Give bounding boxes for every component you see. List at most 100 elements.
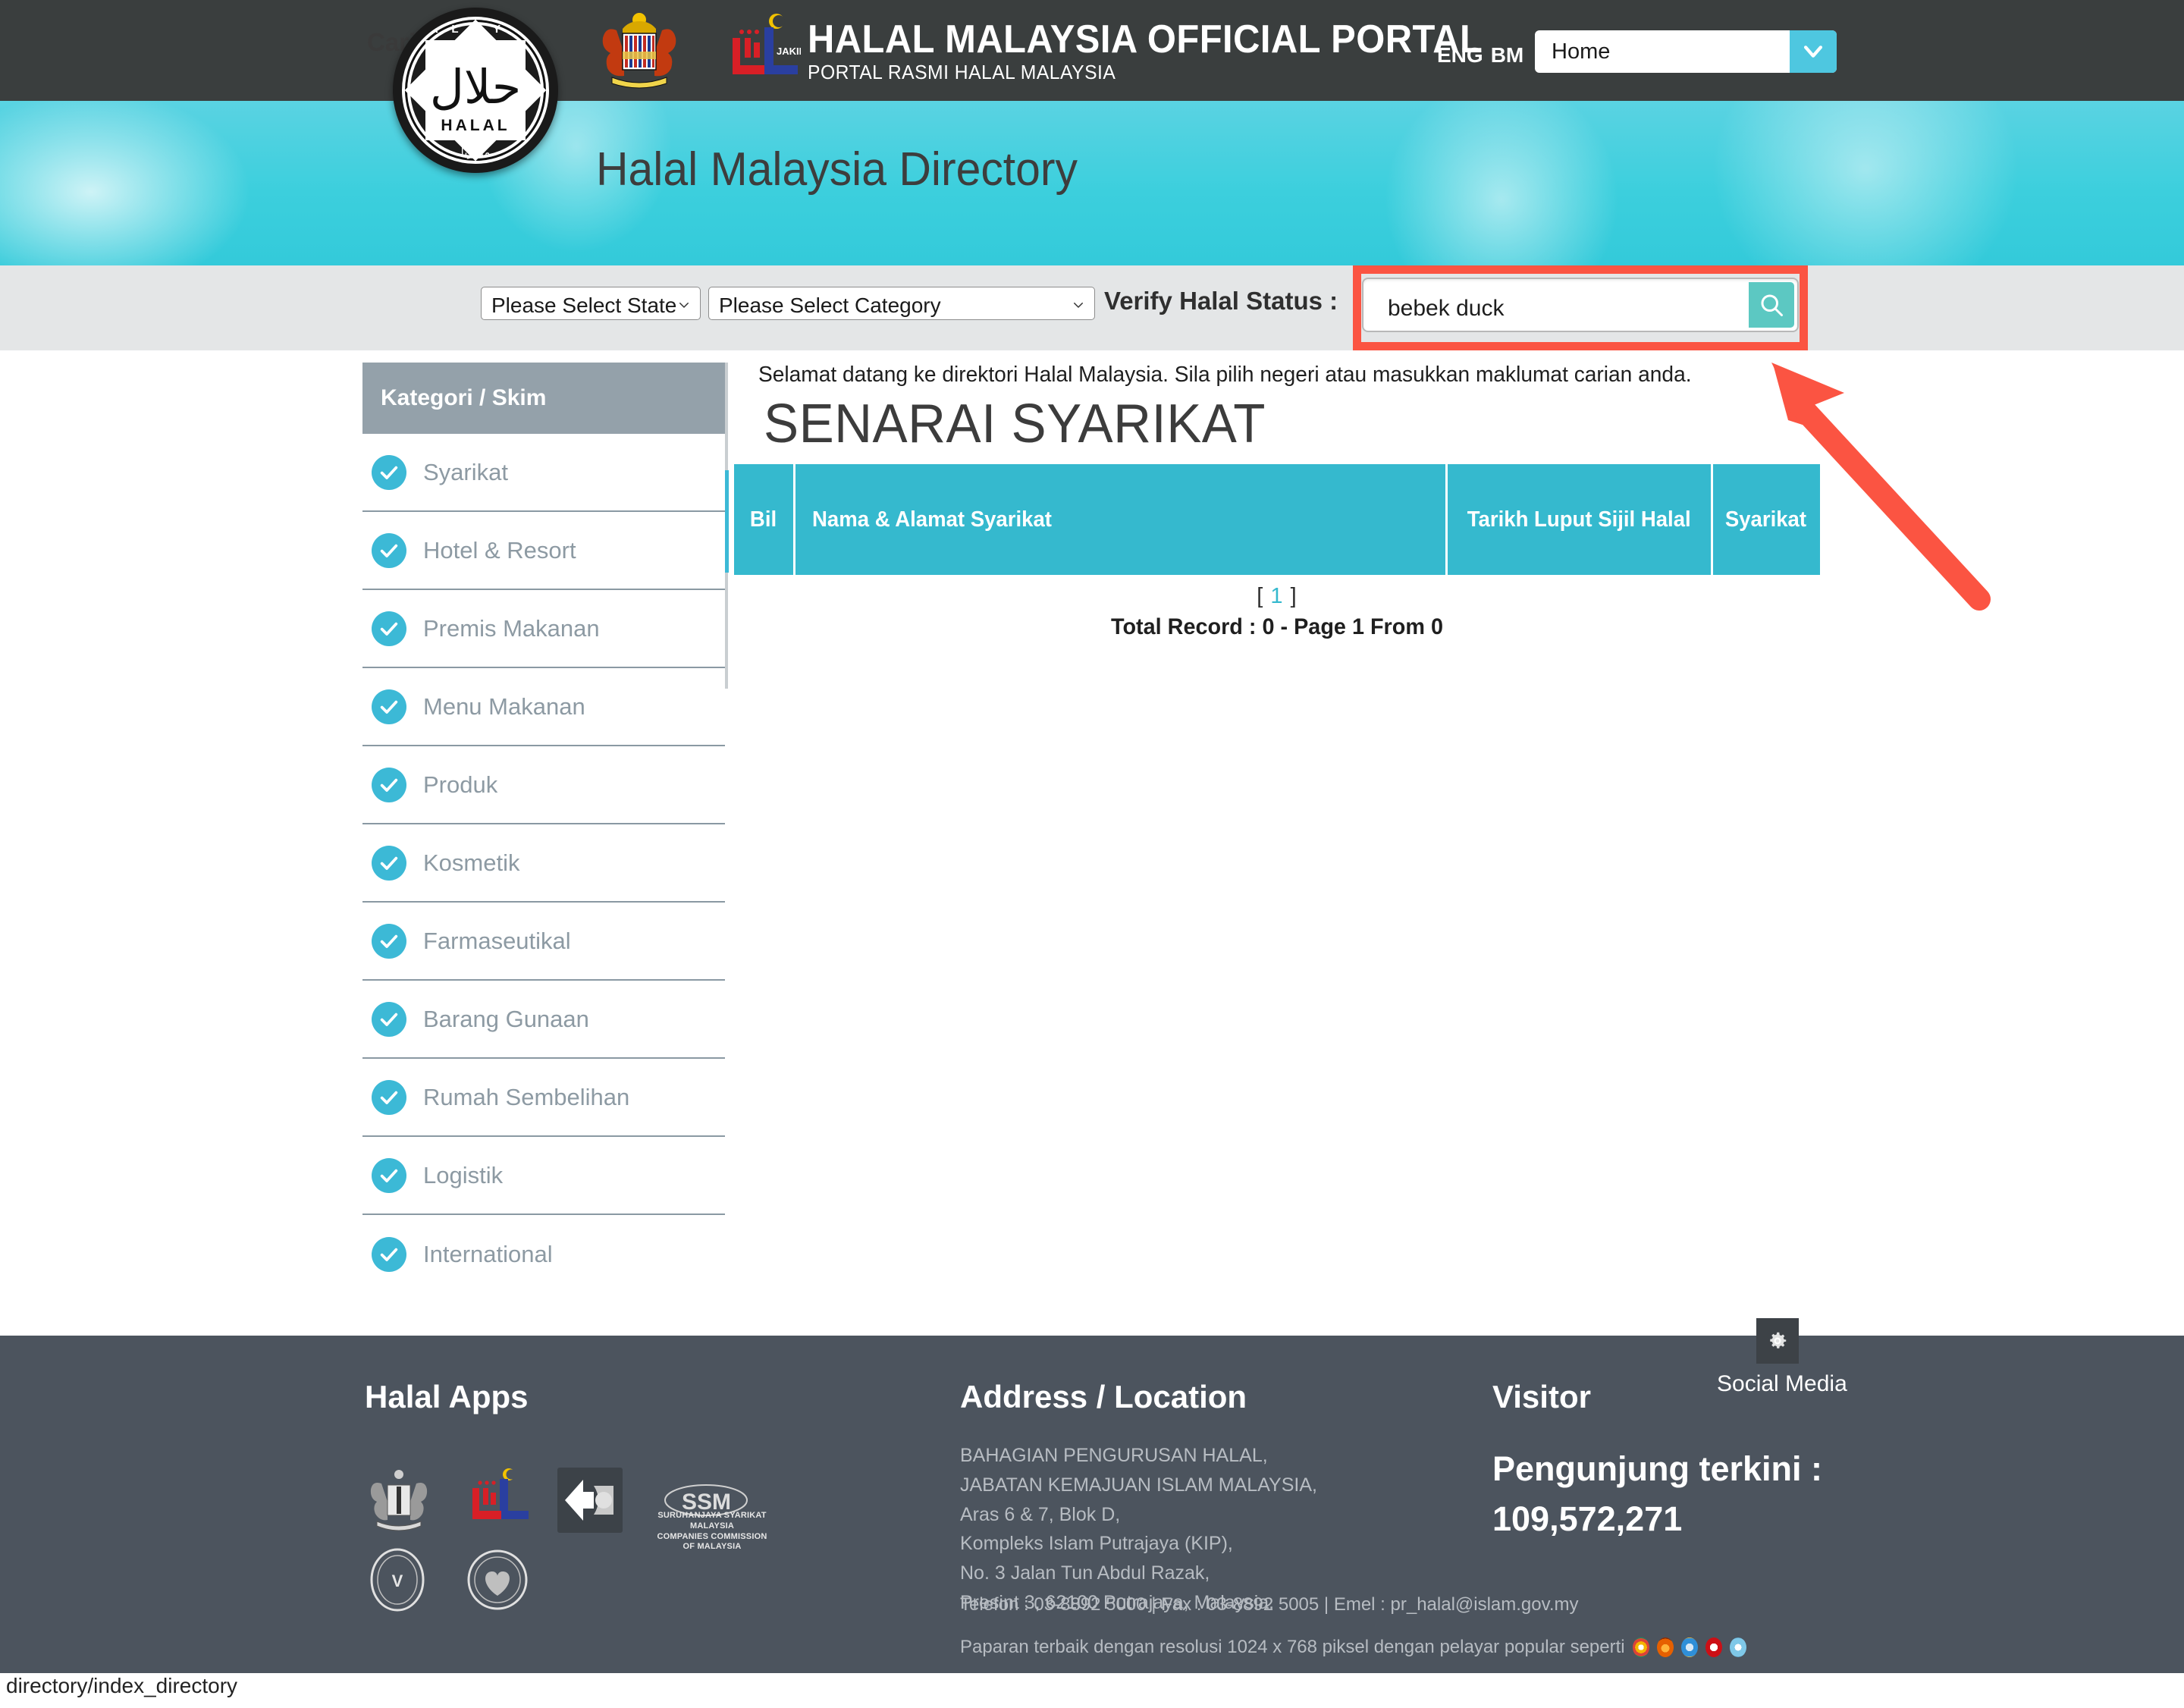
footer-ssm-caption: SURUHANJAYA SYARIKAT MALAYSIA COMPANIES …: [651, 1511, 773, 1553]
portal-title: HALAL MALAYSIA OFFICIAL PORTAL: [808, 17, 1483, 61]
firefox-icon: [1656, 1637, 1674, 1657]
footer-kementerian-kesihatan-logo[interactable]: [465, 1547, 530, 1612]
svg-text:JAKIM: JAKIM: [777, 46, 801, 57]
footer-jakim-logo[interactable]: [465, 1467, 532, 1535]
jata-negara-logo: [594, 8, 685, 93]
page-banner: Halal Malaysia Directory: [0, 101, 2184, 265]
column-header-label: Syarikat: [1724, 507, 1806, 532]
sidebar-item-syarikat[interactable]: Syarikat: [362, 434, 725, 512]
chevron-down-icon: [677, 298, 691, 312]
sidebar-item-label: Menu Makanan: [423, 692, 585, 720]
lang-eng-link[interactable]: ENG: [1437, 43, 1483, 67]
pagination-bracket-open: [: [1257, 584, 1264, 608]
pagination-page-1[interactable]: 1: [1270, 584, 1283, 608]
visitor-counter-label: Pengunjung terkini :: [1492, 1449, 1822, 1488]
sidebar-item-produk[interactable]: Produk: [362, 746, 725, 824]
chrome-icon: [1632, 1637, 1649, 1657]
footer-veterinary-inspected-logo[interactable]: V: [365, 1547, 430, 1612]
seal-arabic-text: حلال: [429, 59, 522, 115]
column-header-label: Tarikh Luput Sijil Halal: [1467, 507, 1691, 532]
sidebar-item-barang-gunaan[interactable]: Barang Gunaan: [362, 981, 725, 1059]
seal-latin-text: HALAL: [441, 116, 510, 134]
sidebar-item-kosmetik[interactable]: Kosmetik: [362, 824, 725, 903]
footer-mygov-logo[interactable]: [557, 1468, 623, 1533]
social-media-label: Social Media: [1717, 1371, 1847, 1396]
state-select[interactable]: Please Select State: [481, 287, 701, 320]
results-table-header: Bil Nama & Alamat Syarikat Tarikh Luput …: [734, 464, 1820, 575]
nav-dropdown[interactable]: Home: [1535, 30, 1837, 73]
state-select-value: Please Select State: [491, 294, 677, 317]
safari-icon: [1729, 1637, 1746, 1657]
welcome-message: Selamat datang ke direktori Halal Malays…: [758, 363, 1692, 387]
language-switcher[interactable]: ENG BM: [1437, 43, 1523, 68]
search-button[interactable]: [1749, 282, 1794, 328]
check-circle-icon: [372, 923, 406, 959]
sidebar-item-label: Farmaseutikal: [423, 927, 571, 954]
category-select[interactable]: Please Select Category: [708, 287, 1095, 320]
svg-text:V: V: [392, 1571, 403, 1590]
visitor-counter-value: 109,572,271: [1492, 1499, 1683, 1538]
social-media-settings-button[interactable]: [1756, 1318, 1799, 1364]
portal-subtitle: PORTAL RASMI HALAL MALAYSIA: [808, 61, 1116, 83]
check-circle-icon: [372, 1001, 406, 1037]
check-circle-icon: [372, 454, 406, 490]
sidebar-item-label: Hotel & Resort: [423, 536, 576, 564]
sidebar-item-label: Barang Gunaan: [423, 1005, 589, 1032]
sidebar-item-menu-makanan[interactable]: Menu Makanan: [362, 668, 725, 746]
gear-icon: [1770, 1332, 1787, 1349]
check-circle-icon: [372, 1079, 406, 1115]
ssm-caption-line-1: SURUHANJAYA SYARIKAT MALAYSIA: [657, 1511, 767, 1531]
opera-icon: [1705, 1637, 1722, 1657]
verify-halal-status-label: Verify Halal Status :: [1104, 287, 1338, 315]
address-line: BAHAGIAN PENGURUSAN HALAL,: [960, 1445, 1268, 1466]
column-header-bil: Bil: [734, 464, 793, 575]
sidebar-item-international[interactable]: International: [362, 1215, 725, 1293]
sidebar-item-label: Logistik: [423, 1161, 504, 1188]
nav-dropdown-value: Home: [1552, 39, 1611, 64]
check-circle-icon: [372, 845, 406, 881]
sidebar-item-logistik[interactable]: Logistik: [362, 1137, 725, 1215]
check-circle-icon: [372, 611, 406, 646]
address-line: Aras 6 & 7, Blok D,: [960, 1503, 1121, 1525]
results-heading: SENARAI SYARIKAT: [764, 394, 1266, 454]
sidebar-item-label: Rumah Sembelihan: [423, 1083, 630, 1110]
footer-jata-negara-logo[interactable]: [365, 1465, 433, 1535]
sidebar-header-label: Kategori / Skim: [381, 385, 547, 410]
sidebar-header: Kategori / Skim: [362, 363, 725, 434]
lang-bm-link[interactable]: BM: [1491, 43, 1524, 67]
search-input-value: bebek duck: [1388, 296, 1505, 321]
page-title: Halal Malaysia Directory: [596, 143, 1078, 196]
sidebar-item-label: Produk: [423, 771, 498, 798]
address-line: Kompleks Islam Putrajaya (KIP),: [960, 1533, 1233, 1555]
status-bar-url: directory/index_directory: [6, 1674, 238, 1697]
sidebar-item-premis-makanan[interactable]: Premis Makanan: [362, 590, 725, 668]
pagination-bracket-close: ]: [1290, 584, 1298, 608]
column-header-nama-alamat: Nama & Alamat Syarikat: [793, 464, 1445, 575]
sidebar-scroll-indicator[interactable]: [725, 470, 729, 573]
column-header-label: Bil: [750, 507, 777, 532]
chevron-down-icon: [1072, 298, 1085, 312]
footer-address-heading: Address / Location: [960, 1379, 1247, 1414]
sidebar-item-label: Premis Makanan: [423, 614, 600, 642]
halal-search-field[interactable]: bebek duck: [1362, 278, 1799, 332]
ssm-caption-line-2: COMPANIES COMMISSION OF MALAYSIA: [657, 1531, 767, 1552]
seal-bottom-arabic-text: ماليزيا: [460, 146, 491, 160]
sidebar-item-farmaseutikal[interactable]: Farmaseutikal: [362, 903, 725, 981]
sidebar-item-hotel-resort[interactable]: Hotel & Resort: [362, 512, 725, 590]
top-header-bar: JAKIM HALAL MALAYSIA OFFICIAL PORTAL POR…: [0, 0, 2184, 101]
check-circle-icon: [372, 689, 406, 724]
category-select-value: Please Select Category: [719, 294, 941, 317]
chevron-down-icon[interactable]: [1790, 30, 1837, 73]
sidebar-item-rumah-sembelihan[interactable]: Rumah Sembelihan: [362, 1059, 725, 1137]
total-record-label: Total Record : 0 - Page 1 From 0: [1111, 614, 1443, 639]
sidebar-item-label: International: [423, 1240, 553, 1267]
column-header-syarikat: Syarikat: [1711, 464, 1818, 575]
check-circle-icon: [372, 532, 406, 568]
check-circle-icon: [372, 1157, 406, 1193]
seal-top-text: M A L A Y S I A: [406, 22, 544, 49]
browser-status-bar: [0, 1673, 2184, 1708]
column-header-label: Nama & Alamat Syarikat: [812, 507, 1052, 532]
sidebar-item-label: Kosmetik: [423, 849, 520, 876]
halal-malaysia-seal-logo: M A L A Y S I A حلال HALAL ماليزيا: [393, 8, 558, 173]
address-line: No. 3 Jalan Tun Abdul Razak,: [960, 1562, 1210, 1584]
